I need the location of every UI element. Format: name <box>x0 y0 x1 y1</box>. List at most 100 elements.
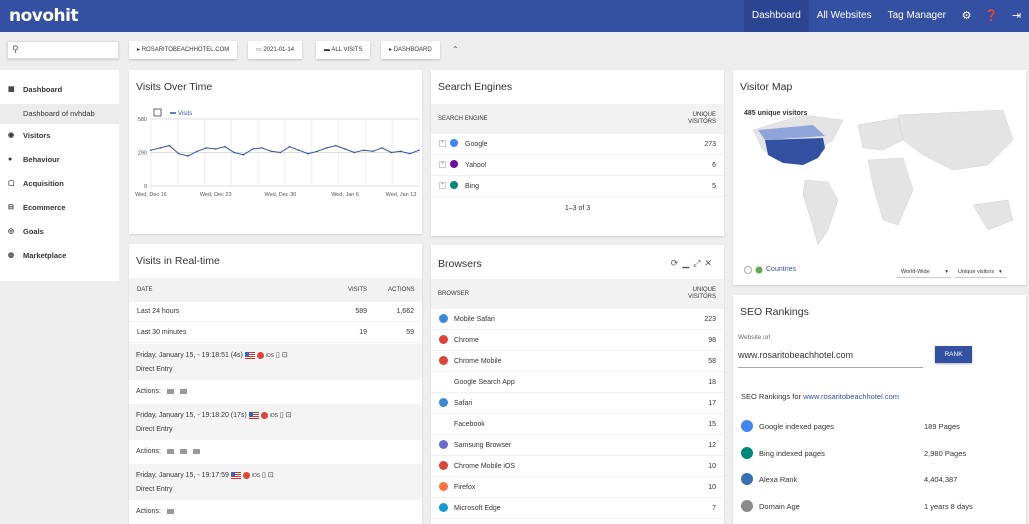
sidebar-item-ecommerce[interactable]: ⊟ Ecommerce <box>0 196 119 220</box>
rank-button[interactable]: RANK <box>935 346 972 363</box>
table-row[interactable]: Samsung Browser 12 <box>431 435 724 456</box>
widget-title: Visits in Real-time <box>136 255 220 267</box>
flag-icon <box>248 411 259 419</box>
seo-for-link[interactable]: www.rosaritobeachhotel.com <box>803 392 899 401</box>
folder-icon[interactable] <box>179 448 187 454</box>
date-selector[interactable]: ▭ 2021-01-14 <box>248 41 303 59</box>
table-row[interactable]: Safari 17 <box>431 393 724 414</box>
visit-time-text: Friday, January 15, - 19:18:51 (4s) <box>136 352 243 359</box>
expand-icon[interactable]: + <box>439 161 446 168</box>
table-header: BROWSER UNIQUE VISITORS <box>431 279 724 309</box>
folder-icon[interactable] <box>166 448 174 454</box>
folder-icon[interactable] <box>166 388 174 394</box>
sidebar-item-acquisition[interactable]: ▢ Acquisition <box>0 172 119 196</box>
folder-icon[interactable] <box>166 508 174 514</box>
visit-entry[interactable]: Friday, January 15, - 19:18:51 (4s) iOS … <box>129 344 422 402</box>
data-point <box>187 155 189 157</box>
x-tick-label: Wed, Dec 30 <box>265 192 297 198</box>
url-input[interactable]: www.rosaritobeachhotel.com <box>738 346 923 368</box>
table-row[interactable]: Facebook 15 <box>431 414 724 435</box>
widget-title: Search Engines <box>438 81 513 93</box>
data-point <box>325 147 328 149</box>
col-unique-visitors[interactable]: UNIQUE VISITORS <box>686 287 716 301</box>
table-row[interactable]: Chrome Mobile iOS 10 <box>431 456 724 477</box>
sidebar-item-behaviour[interactable]: ● Behaviour <box>0 148 119 172</box>
resolution-icon: ⊡ <box>285 412 292 419</box>
browser-icon <box>439 335 448 344</box>
table-row[interactable]: Chrome Mobile 58 <box>431 351 724 372</box>
table-row: Last 24 hours 589 1,662 <box>129 301 422 322</box>
browser-value: 98 <box>708 337 716 344</box>
url-label: Website url <box>738 334 771 341</box>
os-label: iOS <box>265 353 275 359</box>
visit-entry[interactable]: Friday, January 15, - 19:18:20 (17s) iOS… <box>129 404 422 462</box>
table-row[interactable]: + Bing 5 <box>431 176 724 197</box>
data-point <box>307 152 309 155</box>
search-input[interactable]: ⚲ <box>7 41 119 59</box>
search-engine-value: 273 <box>704 141 716 148</box>
chevron-down-icon: ▾ <box>945 269 948 275</box>
sidebar-item-marketplace[interactable]: ◍ Marketplace <box>0 244 119 268</box>
logo[interactable]: novohit <box>9 6 79 26</box>
nav-all-websites[interactable]: All Websites <box>809 0 880 32</box>
browser-icon <box>439 440 448 449</box>
table-row[interactable]: Mobile Safari 223 <box>431 309 724 330</box>
sidebar-item-goals[interactable]: ◎ Goals <box>0 220 119 244</box>
segment-selector[interactable]: ▬ ALL VISITS <box>316 41 371 59</box>
data-point <box>335 144 337 147</box>
visit-entry[interactable]: Friday, January 15, - 19:17:59 iOS ▯ ⊡ Di… <box>129 464 422 522</box>
zoom-out-icon <box>744 266 752 274</box>
site-selector[interactable]: ▸ ROSARITOBEACHHOTEL.COM <box>129 41 238 59</box>
chevron-down-icon: ▾ <box>999 269 1002 275</box>
logout-icon[interactable]: ⇥ <box>1004 0 1029 32</box>
countries-link[interactable]: Countries <box>766 266 796 273</box>
minimise-icon[interactable]: ▁ <box>682 258 693 268</box>
collapse-icon[interactable]: ⌃ <box>452 45 459 54</box>
table-row[interactable]: Chrome 98 <box>431 330 724 351</box>
col-unique-visitors[interactable]: UNIQUE VISITORS <box>686 112 716 126</box>
col-search-engine[interactable]: SEARCH ENGINE <box>438 116 488 122</box>
nav-tag-manager[interactable]: Tag Manager <box>880 0 954 32</box>
search-engine-icon <box>450 160 458 168</box>
table-row[interactable]: Firefox 10 <box>431 477 724 498</box>
col-browser[interactable]: BROWSER <box>438 291 469 297</box>
browser-name: Mobile Safari <box>454 316 495 323</box>
browser-value: 17 <box>708 400 716 407</box>
seo-for-label: SEO Rankings for <box>741 392 802 401</box>
sidebar-item-dashboard[interactable]: ▦ Dashboard <box>0 78 119 102</box>
sidebar-item-visitors[interactable]: ◉ Visitors <box>0 124 119 148</box>
expand-icon[interactable]: + <box>439 182 446 189</box>
visit-actions: Actions: <box>136 388 187 395</box>
sidebar-item-label: Visitors <box>23 131 51 140</box>
table-row[interactable]: Microsoft Edge 7 <box>431 498 724 519</box>
help-icon[interactable]: ❓ <box>979 0 1004 32</box>
widget-realtime: Visits in Real-time DATE VISITS ACTIONS … <box>129 244 422 524</box>
browser-icon <box>439 503 448 512</box>
folder-icon[interactable] <box>179 388 187 394</box>
sidebar-item-label: Acquisition <box>23 179 64 188</box>
browser-icon <box>439 482 448 491</box>
expand-icon[interactable]: + <box>439 140 446 147</box>
refresh-icon[interactable]: ⟳ <box>671 258 683 268</box>
table-row[interactable]: + Google 273 <box>431 134 724 155</box>
search-engine-name: Bing <box>465 183 480 190</box>
row-label: Last 30 minutes <box>137 329 187 336</box>
table-row[interactable]: + Yahoo! 6 <box>431 155 724 176</box>
seo-value: 2,980 Pages <box>924 448 967 458</box>
gear-icon[interactable]: ⚙ <box>954 0 979 32</box>
seo-value: 189 Pages <box>924 422 960 431</box>
dashboard-selector[interactable]: ▸ DASHBOARD <box>381 41 440 59</box>
folder-icon[interactable] <box>192 448 200 454</box>
nav-dashboard[interactable]: Dashboard <box>743 0 809 32</box>
browser-name: Microsoft Edge <box>454 505 501 512</box>
search-engine-name: Google <box>465 141 488 148</box>
browser-value: 10 <box>708 484 716 491</box>
region-select[interactable]: World-Wide ▾ <box>896 266 951 278</box>
table-row[interactable]: Google Search App 18 <box>431 372 724 393</box>
close-icon[interactable]: ✕ <box>704 258 716 268</box>
sidebar-item-dashboard-nvhdab[interactable]: Dashboard of nvhdab <box>0 104 119 124</box>
world-map[interactable] <box>733 70 1026 285</box>
browser-value: 18 <box>708 379 716 386</box>
y-tick-label: 0 <box>144 184 147 190</box>
maximise-icon[interactable]: ⤢ <box>693 258 704 268</box>
